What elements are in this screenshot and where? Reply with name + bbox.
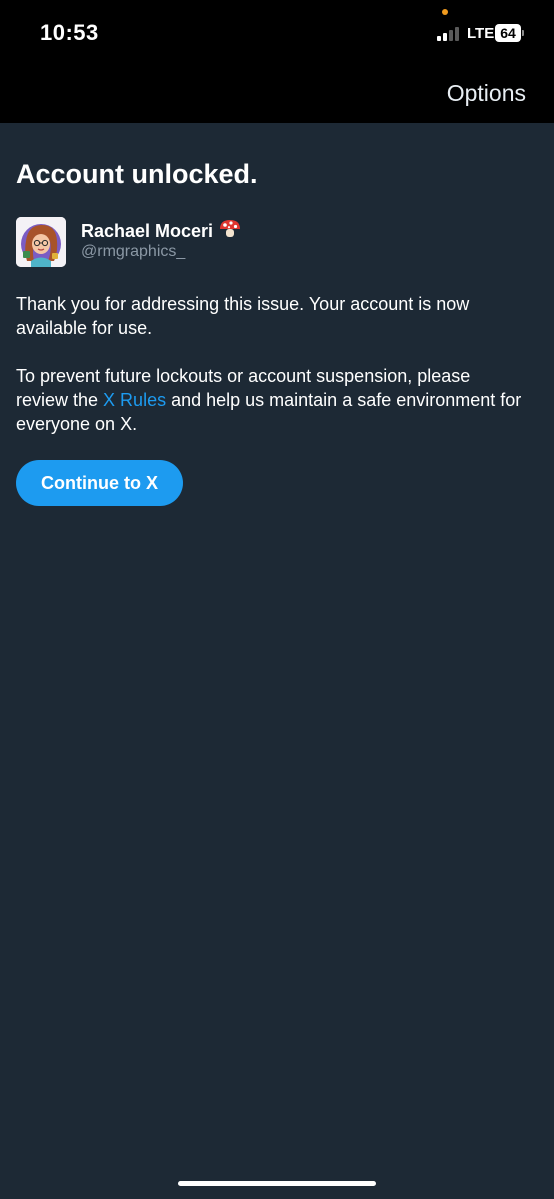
guidance-message: To prevent future lockouts or account su… bbox=[16, 364, 526, 436]
avatar-illustration-icon bbox=[16, 217, 66, 267]
page-title: Account unlocked. bbox=[16, 159, 258, 189]
continue-button[interactable]: Continue to X bbox=[16, 460, 183, 506]
options-button[interactable]: Options bbox=[447, 80, 526, 107]
confirmation-message: Thank you for addressing this issue. You… bbox=[16, 294, 470, 338]
x-rules-link[interactable]: X Rules bbox=[103, 390, 166, 410]
network-type: LTE bbox=[467, 25, 495, 42]
user-card: Rachael Moceri @rmgraphics_ bbox=[16, 217, 416, 269]
privacy-indicator-dot bbox=[442, 9, 448, 15]
avatar bbox=[16, 217, 66, 267]
display-name-text: Rachael Moceri bbox=[81, 221, 214, 241]
cellular-signal-icon bbox=[437, 26, 463, 41]
mushroom-icon bbox=[219, 219, 241, 244]
battery-icon: 64 bbox=[495, 24, 526, 42]
status-time: 10:53 bbox=[40, 20, 99, 45]
home-indicator[interactable] bbox=[178, 1181, 376, 1186]
battery-level: 64 bbox=[495, 24, 521, 42]
user-handle: @rmgraphics_ bbox=[81, 243, 186, 260]
display-name: Rachael Moceri bbox=[81, 219, 241, 244]
top-bar: 10:53 LTE 64 Options bbox=[0, 0, 554, 123]
